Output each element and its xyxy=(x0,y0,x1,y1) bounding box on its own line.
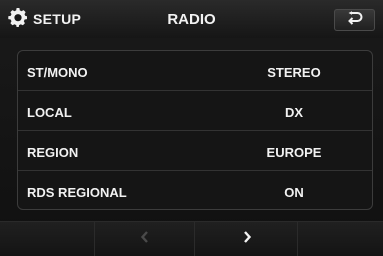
setup-label: SETUP xyxy=(33,11,82,27)
prev-page-button[interactable] xyxy=(95,222,195,256)
setting-label: REGION xyxy=(27,145,79,160)
setting-value: DX xyxy=(284,105,304,120)
setting-row-rds-regional[interactable]: RDS REGIONAL ON xyxy=(18,171,372,209)
settings-list: ST/MONO STEREO LOCAL DX REGION EUROPE RD… xyxy=(17,50,373,210)
setting-label: RDS REGIONAL xyxy=(27,185,127,200)
setting-row-st-mono[interactable]: ST/MONO STEREO xyxy=(18,51,372,91)
chevron-right-icon xyxy=(242,230,252,248)
return-arrow-icon xyxy=(347,10,363,30)
setting-value: ON xyxy=(284,185,304,200)
chevron-left-icon xyxy=(140,230,150,248)
setting-value: EUROPE xyxy=(266,145,322,160)
setting-value: STEREO xyxy=(267,65,321,80)
footer-nav xyxy=(0,221,383,256)
next-page-button[interactable] xyxy=(195,222,298,256)
footer-segment xyxy=(0,222,95,256)
setting-row-region[interactable]: REGION EUROPE xyxy=(18,131,372,171)
gear-icon xyxy=(8,7,28,32)
setting-row-local[interactable]: LOCAL DX xyxy=(18,91,372,131)
header-bar: SETUP RADIO xyxy=(0,0,383,38)
back-button[interactable] xyxy=(334,9,375,31)
setting-label: ST/MONO xyxy=(27,65,88,80)
radio-settings-screen: SETUP RADIO ST/MONO STEREO LOCAL DX REGI… xyxy=(0,0,383,256)
setting-label: LOCAL xyxy=(27,105,72,120)
setup-button[interactable]: SETUP xyxy=(8,6,81,32)
